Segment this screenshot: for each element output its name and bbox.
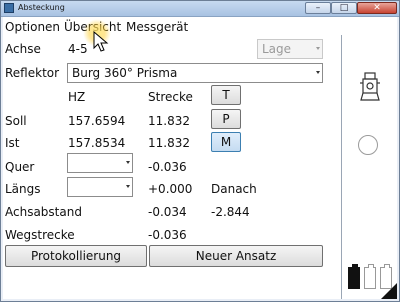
chevron-down-icon — [126, 185, 130, 188]
achsabstand-label: Achsabstand — [5, 205, 82, 219]
maximize-button[interactable]: □ — [331, 2, 357, 14]
minimize-button[interactable]: – — [305, 2, 331, 14]
app-window: Absteckung – □ ✕ Optionen Übersicht Mess… — [0, 0, 400, 302]
quer-value: -0.036 — [148, 160, 187, 174]
achsabstand-value: -0.034 — [148, 205, 187, 219]
wegstrecke-label: Wegstrecke — [5, 228, 75, 242]
achse-value: 4-5 — [68, 42, 88, 56]
chevron-down-icon — [316, 47, 320, 50]
laengs-dropdown[interactable] — [67, 177, 133, 197]
protokollierung-button[interactable]: Protokollierung — [5, 245, 147, 267]
menu-bar: Optionen Übersicht Messgerät — [3, 17, 337, 37]
lage-dropdown[interactable]: Lage — [257, 39, 323, 59]
p-button[interactable]: P — [211, 109, 241, 129]
ist-label: Ist — [5, 136, 20, 150]
reflektor-value: Burg 360° Prisma — [72, 66, 178, 80]
soll-label: Soll — [5, 114, 27, 128]
ist-strecke: 11.832 — [148, 136, 190, 150]
m-button[interactable]: M — [211, 132, 241, 152]
achsabstand-extra: -2.844 — [211, 205, 250, 219]
menu-optionen[interactable]: Optionen — [5, 19, 60, 35]
mouse-cursor-icon — [93, 31, 109, 52]
ist-hz: 157.8534 — [68, 136, 126, 150]
battery-1-icon — [348, 264, 360, 289]
app-icon — [4, 3, 14, 13]
danach-label: Danach — [211, 182, 257, 196]
column-strecke: Strecke — [148, 90, 193, 104]
chevron-down-icon — [316, 71, 320, 74]
status-panel — [341, 35, 397, 299]
laengs-value: +0.000 — [148, 182, 193, 196]
battery-2-icon — [364, 264, 376, 289]
lage-value: Lage — [262, 42, 292, 56]
achse-label: Achse — [5, 42, 41, 56]
quer-dropdown[interactable] — [67, 153, 133, 173]
neuer-ansatz-button[interactable]: Neuer Ansatz — [149, 245, 323, 267]
corner-triangle-icon[interactable] — [381, 283, 397, 299]
reflektor-dropdown[interactable]: Burg 360° Prisma — [67, 63, 323, 83]
instrument-icon — [360, 72, 380, 101]
client-area: Optionen Übersicht Messgerät Achse 4-5 L… — [3, 17, 397, 299]
soll-hz: 157.6594 — [68, 114, 126, 128]
t-button[interactable]: T — [211, 85, 241, 105]
reflektor-label: Reflektor — [5, 66, 60, 80]
soll-strecke: 11.832 — [148, 114, 190, 128]
menu-messgeraet[interactable]: Messgerät — [126, 19, 188, 35]
title-bar[interactable]: Absteckung – □ ✕ — [1, 1, 399, 17]
close-button[interactable]: ✕ — [357, 2, 397, 14]
quer-label: Quer — [5, 160, 35, 174]
wegstrecke-value: -0.036 — [148, 228, 187, 242]
status-circle-icon — [358, 135, 378, 155]
chevron-down-icon — [126, 161, 130, 164]
laengs-label: Längs — [5, 182, 41, 196]
column-hz: HZ — [68, 90, 86, 104]
window-title: Absteckung — [18, 3, 65, 12]
